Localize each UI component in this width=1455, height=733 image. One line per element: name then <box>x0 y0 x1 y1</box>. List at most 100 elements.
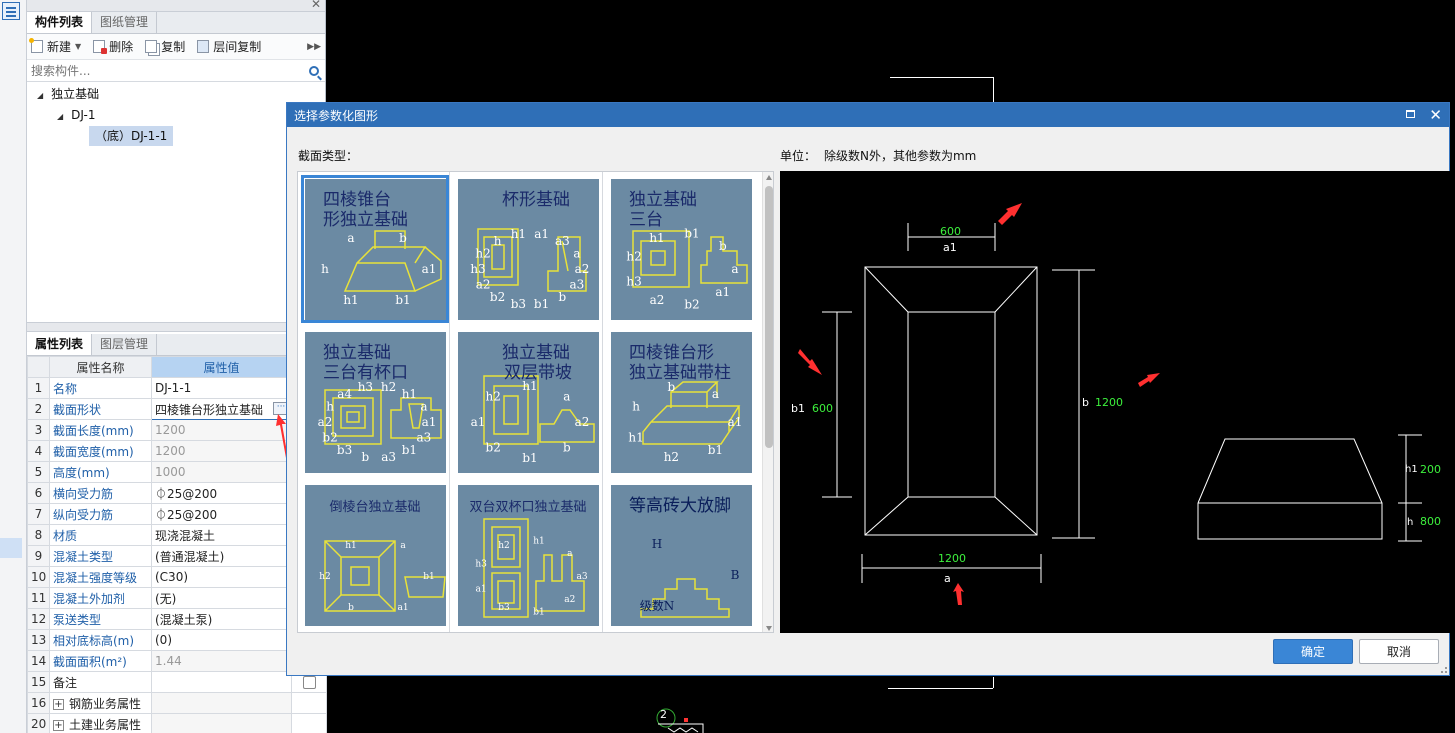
property-row[interactable]: 14 截面面积(m²) 1.44 <box>27 650 327 672</box>
row-index: 2 <box>27 398 50 420</box>
property-row[interactable]: 10 混凝土强度等级 (C30) <box>27 566 327 588</box>
property-value[interactable]: 1200 <box>151 419 292 441</box>
gallery-scrollbar[interactable] <box>762 172 773 632</box>
shape-dim-label: a3 <box>417 431 432 445</box>
tree-node-child[interactable]: ◢ DJ-1 <box>57 105 95 127</box>
shape-thumb-9[interactable]: 等高砖大放脚 B 级数N H <box>607 481 755 629</box>
cancel-button[interactable]: 取消 <box>1359 639 1439 664</box>
property-value[interactable]: (无) <box>151 587 292 609</box>
property-value[interactable]: (0) <box>151 629 292 651</box>
component-tabs: 构件列表 图纸管理 <box>27 12 325 34</box>
property-value[interactable]: (混凝土泵) <box>151 608 292 630</box>
shape-dim-label: b1 <box>534 297 549 311</box>
dim-left-value[interactable]: 600 <box>812 402 833 415</box>
dim-bottom-value[interactable]: 1200 <box>938 552 966 565</box>
property-row[interactable]: 1 名称 DJ-1-1 <box>27 377 327 399</box>
property-value[interactable]: 现浇混凝土 <box>151 524 292 546</box>
shape-subtitle: 独立基础带柱 <box>629 363 731 383</box>
property-value[interactable] <box>151 713 292 733</box>
shape-dim-label: h3 <box>626 274 641 288</box>
expand-plus-icon[interactable]: + <box>53 719 64 731</box>
copy-button[interactable]: 复制 <box>145 38 185 55</box>
drawing-list-icon[interactable] <box>2 2 20 20</box>
property-row[interactable]: 5 高度(mm) 1000 <box>27 461 327 483</box>
expand-triangle-icon[interactable]: ◢ <box>37 86 43 106</box>
property-row[interactable]: 9 混凝土类型 (普通混凝土) <box>27 545 327 567</box>
dim-right-label: b <box>1082 396 1089 409</box>
dim-h1-value[interactable]: 200 <box>1420 463 1441 476</box>
search-icon[interactable] <box>309 65 319 76</box>
scroll-down-icon[interactable] <box>766 626 772 631</box>
new-button[interactable]: 新建 ▼ <box>29 38 81 55</box>
shape-dim-label: a1 <box>422 262 437 276</box>
property-value[interactable]: ⏀25@200 <box>151 503 292 525</box>
property-value[interactable]: 四棱锥台形独立基础 ··· <box>151 398 292 420</box>
property-row[interactable]: 15 备注 <box>27 671 327 693</box>
tree-node-root[interactable]: ◢ 独立基础 <box>37 84 99 106</box>
dim-top-value[interactable]: 600 <box>940 225 961 238</box>
property-row[interactable]: 13 相对底标高(m) (0) <box>27 629 327 651</box>
row-index: 7 <box>27 503 50 525</box>
close-icon[interactable]: ✕ <box>1429 106 1442 124</box>
tab-property-list[interactable]: 属性列表 <box>27 334 93 355</box>
more-icon[interactable]: ▶▶ <box>307 42 321 52</box>
section-shape-value[interactable]: 四棱锥台形独立基础 <box>155 403 263 417</box>
plan-outer <box>864 266 1038 536</box>
property-value[interactable]: 1200 <box>151 440 292 462</box>
property-value[interactable]: 1.44 <box>151 650 292 672</box>
dim-right-value[interactable]: 1200 <box>1095 396 1123 409</box>
property-row[interactable]: 6 横向受力筋 ⏀25@200 <box>27 482 327 504</box>
property-row[interactable]: 11 混凝土外加剂 (无) <box>27 587 327 609</box>
shape-thumb-2[interactable]: 杯形基础 a2 a3 b b1 b3 b2 a2 h3 h2 h h1 a1 a3 a <box>454 175 602 323</box>
delete-button[interactable]: 删除 <box>93 38 133 55</box>
tab-layer-manage[interactable]: 图层管理 <box>92 334 158 355</box>
property-value[interactable]: ⏀25@200 <box>151 482 292 504</box>
property-row[interactable]: 20 + 土建业务属性 <box>27 713 327 733</box>
dim-top-label: a1 <box>943 241 957 254</box>
property-value[interactable]: 1000 <box>151 461 292 483</box>
search-input[interactable] <box>31 63 309 78</box>
panel-splitter[interactable] <box>27 322 326 332</box>
shape-dim-label: h2 <box>664 450 679 464</box>
shape-thumb-7[interactable]: 倒棱台独立基础 b1 a1 b h2 h1 a <box>301 481 449 629</box>
property-value[interactable] <box>151 671 292 693</box>
property-row[interactable]: 8 材质 现浇混凝土 <box>27 524 327 546</box>
property-value[interactable]: (普通混凝土) <box>151 545 292 567</box>
property-row[interactable]: 7 纵向受力筋 ⏀25@200 <box>27 503 327 525</box>
chevron-down-icon[interactable]: ▼ <box>75 42 81 51</box>
remark-checkbox[interactable] <box>302 676 316 689</box>
gallery-divider <box>449 172 450 632</box>
shape-thumb-1[interactable]: 四棱锥台 形独立基础 a1 b1 h1 h a b <box>301 175 449 323</box>
row-index: 12 <box>27 608 50 630</box>
expand-triangle-icon[interactable]: ◢ <box>57 107 63 127</box>
shape-thumb-5[interactable]: 独立基础 双层带坡 a2 b b1 b2 a1 h2 h1 a <box>454 328 602 476</box>
shape-thumb-drawing: 倒棱台独立基础 b1 a1 b h2 h1 a <box>305 485 446 626</box>
shape-thumb-6[interactable]: 四棱锥台形 独立基础带柱 a1 b1 h2 h1 h b a <box>607 328 755 476</box>
property-name: 混凝土外加剂 <box>49 587 152 609</box>
red-arrow-icon <box>798 349 822 375</box>
dim-h-value[interactable]: 800 <box>1420 515 1441 528</box>
tree-node-leaf[interactable]: （底）DJ-1-1 <box>89 126 174 146</box>
tab-component-list[interactable]: 构件列表 <box>27 12 93 33</box>
scrollbar-thumb[interactable] <box>765 186 773 448</box>
shape-thumb-4[interactable]: 独立基础 三台有杯口 a1 a3 b1 a3 b b3 b2 a2 h a4 h3 h2 h1 a <box>301 328 449 476</box>
property-value[interactable]: (C30) <box>151 566 292 588</box>
ok-button[interactable]: 确定 <box>1273 639 1353 664</box>
maximize-icon[interactable] <box>1406 110 1415 118</box>
expand-plus-icon[interactable]: + <box>53 698 64 710</box>
tab-drawing-manage[interactable]: 图纸管理 <box>92 12 158 33</box>
property-row[interactable]: 12 泵送类型 (混凝土泵) <box>27 608 327 630</box>
shape-dim-label: b2 <box>322 431 337 445</box>
shape-thumb-8[interactable]: 双台双杯口独立基础 a3 a2 b1 b3 a1 h3 h2 h1 a <box>454 481 602 629</box>
floor-copy-button[interactable]: 层间复制 <box>197 38 261 55</box>
resize-grip-icon[interactable] <box>1441 667 1447 673</box>
scroll-up-icon[interactable] <box>766 175 772 180</box>
property-value[interactable]: DJ-1-1 <box>151 377 292 399</box>
shape-dim-label: b <box>563 441 571 455</box>
close-icon[interactable]: ✕ <box>311 0 321 11</box>
property-name: 材质 <box>49 524 152 546</box>
property-row[interactable]: 16 + 钢筋业务属性 <box>27 692 327 714</box>
shape-thumb-3[interactable]: 独立基础 三台 a a1 b2 a2 h3 h2 h1 b1 b <box>607 175 755 323</box>
property-name: 截面形状 <box>49 398 152 420</box>
property-value[interactable] <box>151 692 292 714</box>
